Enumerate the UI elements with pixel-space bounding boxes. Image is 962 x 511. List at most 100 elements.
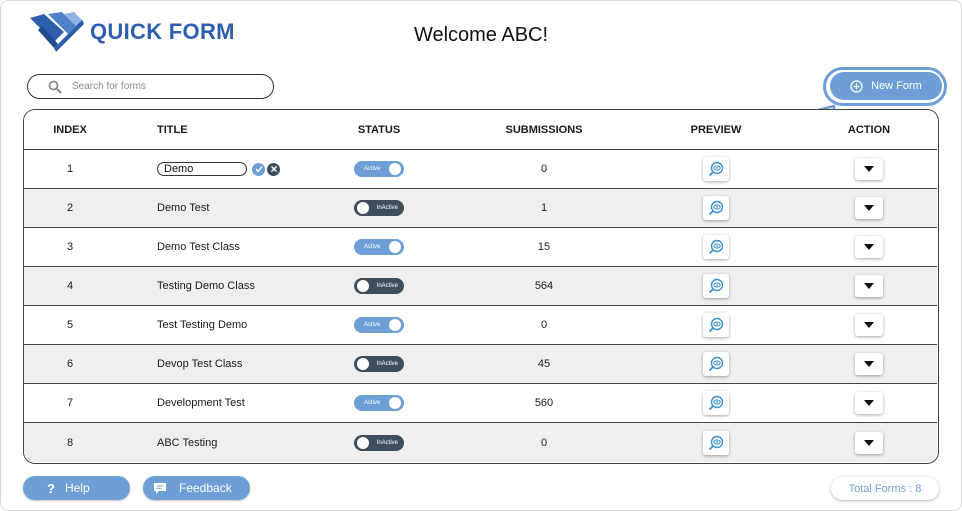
header-action: ACTION — [847, 123, 891, 136]
action-dropdown-button[interactable] — [855, 197, 883, 219]
row-title: Demo Test — [157, 202, 210, 214]
feedback-button[interactable]: Feedback — [143, 476, 250, 500]
row-index: 8 — [66, 436, 74, 449]
row-status-cell: InActive — [329, 189, 429, 227]
toggle-knob — [357, 436, 369, 449]
row-index: 1 — [66, 163, 74, 175]
row-title: Demo Test Class — [157, 241, 240, 253]
caret-down-icon — [864, 322, 874, 328]
row-title-cell — [157, 150, 357, 188]
eye-search-icon — [708, 200, 724, 216]
search-input[interactable] — [72, 81, 252, 92]
status-toggle[interactable]: InActive — [354, 434, 404, 451]
action-dropdown-button[interactable] — [855, 392, 883, 414]
total-forms-badge: Total Forms : 8 — [831, 477, 939, 500]
confirm-icon[interactable] — [252, 162, 265, 176]
caret-down-icon — [864, 283, 874, 289]
plus-circle-icon — [850, 79, 863, 93]
table-row: 1 Active 0 — [24, 150, 937, 189]
toggle-knob — [357, 358, 369, 370]
preview-button[interactable] — [703, 391, 729, 415]
row-action-cell — [819, 345, 919, 383]
row-title: Devop Test Class — [157, 358, 243, 370]
status-toggle[interactable]: InActive — [354, 200, 404, 216]
row-action-cell — [819, 384, 919, 422]
status-label: Active — [364, 400, 381, 406]
eye-search-icon — [708, 317, 724, 333]
table-row: 8 ABC Testing InActive 0 — [24, 423, 937, 462]
row-index: 4 — [66, 280, 74, 292]
caret-down-icon — [864, 439, 874, 446]
preview-button[interactable] — [703, 235, 729, 259]
table-header: INDEX TITLE STATUS SUBMISSIONS PREVIEW A… — [24, 110, 937, 150]
row-preview-cell — [666, 384, 766, 422]
status-toggle[interactable]: Active — [354, 239, 404, 255]
eye-search-icon — [708, 239, 724, 255]
row-index: 7 — [66, 397, 74, 409]
eye-search-icon — [708, 435, 724, 450]
row-title: Development Test — [157, 397, 245, 409]
preview-button[interactable] — [703, 352, 729, 376]
caret-down-icon — [864, 244, 874, 250]
preview-button[interactable] — [703, 430, 729, 455]
table-row: 4 Testing Demo Class InActive 564 — [24, 267, 937, 306]
preview-button[interactable] — [703, 196, 729, 220]
status-label: InActive — [376, 361, 398, 367]
header-title: TITLE — [157, 123, 188, 136]
preview-button[interactable] — [703, 157, 729, 181]
feedback-label: Feedback — [179, 481, 232, 495]
new-form-button[interactable]: New Form — [830, 72, 942, 100]
row-submissions: 0 — [540, 163, 548, 175]
row-index: 3 — [66, 241, 74, 253]
search-icon — [48, 80, 62, 94]
status-label: InActive — [376, 439, 398, 446]
search-box[interactable] — [27, 74, 274, 99]
caret-down-icon — [864, 400, 874, 406]
header-submissions: SUBMISSIONS — [505, 123, 583, 136]
question-icon: ? — [47, 480, 55, 496]
row-preview-cell — [666, 306, 766, 344]
row-preview-cell — [666, 345, 766, 383]
toggle-knob — [389, 319, 401, 331]
action-dropdown-button[interactable] — [855, 275, 883, 297]
toggle-knob — [357, 280, 369, 292]
title-edit-input[interactable] — [157, 162, 247, 176]
header-status: STATUS — [357, 123, 401, 136]
status-toggle[interactable]: InActive — [354, 356, 404, 372]
action-dropdown-button[interactable] — [855, 353, 883, 375]
cancel-icon[interactable] — [267, 162, 280, 176]
row-action-cell — [819, 189, 919, 227]
action-dropdown-button[interactable] — [855, 158, 883, 180]
row-action-cell — [819, 228, 919, 266]
row-index: 6 — [66, 358, 74, 370]
eye-search-icon — [708, 161, 724, 177]
caret-down-icon — [864, 166, 874, 172]
action-dropdown-button[interactable] — [855, 431, 883, 454]
row-preview-cell — [666, 423, 766, 462]
status-toggle[interactable]: Active — [354, 161, 404, 177]
status-toggle[interactable]: InActive — [354, 278, 404, 294]
row-title: Testing Demo Class — [157, 280, 255, 292]
row-preview-cell — [666, 267, 766, 305]
toggle-knob — [357, 202, 369, 214]
status-label: Active — [364, 166, 381, 172]
action-dropdown-button[interactable] — [855, 236, 883, 258]
table-row: 6 Devop Test Class InActive 45 — [24, 345, 937, 384]
status-toggle[interactable]: Active — [354, 395, 404, 411]
status-toggle[interactable]: Active — [354, 317, 404, 333]
help-button[interactable]: ? Help — [23, 476, 130, 500]
row-title: ABC Testing — [157, 436, 218, 449]
row-status-cell: Active — [329, 384, 429, 422]
action-dropdown-button[interactable] — [855, 314, 883, 336]
row-submissions: 564 — [534, 280, 554, 292]
preview-button[interactable] — [703, 313, 729, 337]
row-title-cell: Development Test — [157, 384, 357, 422]
row-index: 5 — [66, 319, 74, 331]
row-title-cell: Demo Test — [157, 189, 357, 227]
preview-button[interactable] — [703, 274, 729, 298]
row-preview-cell — [666, 189, 766, 227]
table-row: 7 Development Test Active 560 — [24, 384, 937, 423]
eye-search-icon — [708, 395, 724, 411]
toggle-knob — [389, 241, 401, 253]
help-label: Help — [64, 481, 90, 495]
